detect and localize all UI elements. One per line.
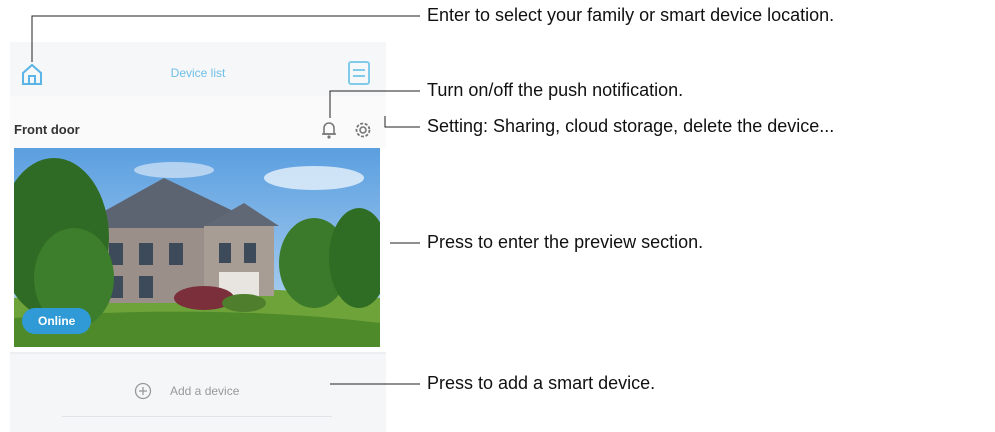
callout-notification: Turn on/off the push notification. [427,80,684,100]
callout-add: Press to add a smart device. [427,373,656,393]
callout-settings: Setting: Sharing, cloud storage, delete … [427,116,835,136]
callout-preview: Press to enter the preview section. [427,232,704,252]
callout-home: Enter to select your family or smart dev… [427,5,835,25]
callout-lines [31,15,420,385]
